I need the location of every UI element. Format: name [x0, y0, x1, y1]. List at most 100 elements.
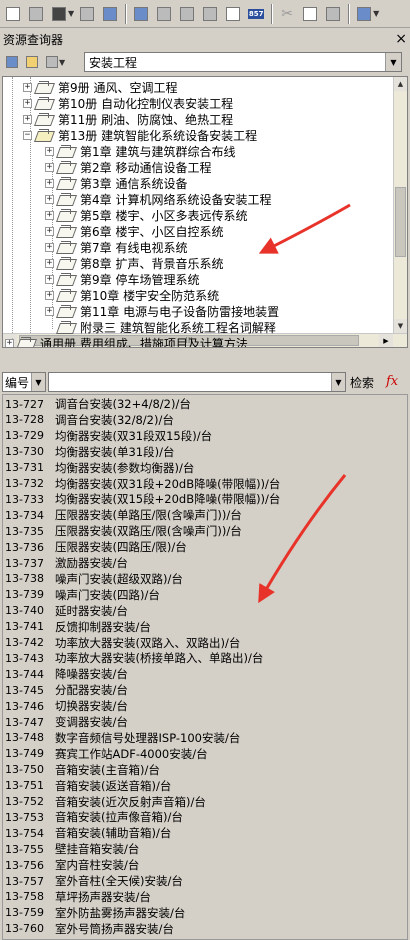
save-icon[interactable]	[48, 3, 70, 25]
grid-icon[interactable]	[199, 3, 221, 25]
list-item[interactable]: 13-757 室外音柱(全天候)安装/台	[3, 873, 407, 889]
list-item[interactable]: 13-760 室外号筒扬声器安装/台	[3, 921, 407, 937]
list-item[interactable]: 13-736 压限器安装(四路压/限)/台	[3, 539, 407, 555]
tree-node[interactable]: 附录三 建筑智能化系统工程名词解释	[45, 319, 276, 335]
copy-icon[interactable]	[299, 3, 321, 25]
quota-list[interactable]: 13-727 调音台安装(32+4/8/2)/台 13-728 调音台安装(32/8/…	[2, 394, 408, 940]
chevron-down-icon[interactable]: ▼	[385, 53, 401, 71]
insert-icon[interactable]	[99, 3, 121, 25]
list-item[interactable]: 13-740 延时器安装/台	[3, 603, 407, 619]
scroll-thumb[interactable]	[395, 187, 406, 257]
tree-node[interactable]: + 第11册 刷油、防腐蚀、绝热工程	[23, 111, 233, 127]
list-item[interactable]: 13-751 音箱安装(返送音箱)/台	[3, 778, 407, 794]
list-item[interactable]: 13-733 均衡器安装(双15段+20dB降噪(带限幅))/台	[3, 491, 407, 507]
tree-node[interactable]: + 第10册 自动化控制仪表安装工程	[23, 95, 233, 111]
search-field-select[interactable]: 编号 ▼	[2, 372, 46, 392]
list-item[interactable]: 13-748 数字音频信号处理器ISP-100安装/台	[3, 730, 407, 746]
list-item[interactable]: 13-754 音箱安装(辅助音箱)/台	[3, 825, 407, 841]
list-item[interactable]: 13-759 室外防盐雾扬声器安装/台	[3, 905, 407, 921]
tree-node[interactable]: + 第11章 电源与电子设备防雷接地装置	[45, 303, 279, 319]
tree-node[interactable]: + 第10章 楼宇安全防范系统	[45, 287, 219, 303]
expand-icon[interactable]: +	[45, 226, 54, 236]
list-item[interactable]: 13-731 均衡器安装(参数均衡器)/台	[3, 460, 407, 476]
list-item[interactable]: 13-737 激励器安装/台	[3, 555, 407, 571]
list-item[interactable]: 13-738 噪声门安装(超级双路)/台	[3, 571, 407, 587]
list-item[interactable]: 13-741 反馈抑制器安装/台	[3, 619, 407, 635]
expand-icon[interactable]: +	[5, 338, 14, 347]
fx-icon[interactable]: fx	[386, 372, 398, 392]
tree-node[interactable]: + 第6章 楼宇、小区自控系统	[45, 223, 223, 239]
list-item[interactable]: 13-745 分配器安装/台	[3, 682, 407, 698]
folder-icon[interactable]	[22, 52, 42, 72]
list-item[interactable]: 13-750 音箱安装(主音箱)/台	[3, 762, 407, 778]
expand-icon[interactable]: +	[45, 306, 54, 316]
new-file-icon[interactable]	[2, 3, 24, 25]
tree-node[interactable]: + 第2章 移动通信设备工程	[45, 159, 211, 175]
list-item[interactable]: 13-735 压限器安装(双路压/限(含噪声门))/台	[3, 523, 407, 539]
collapse-icon[interactable]: −	[23, 130, 32, 140]
paste-icon[interactable]	[322, 3, 344, 25]
expand-icon[interactable]: +	[45, 146, 54, 156]
program-icon[interactable]	[353, 3, 375, 25]
list-item[interactable]: 13-752 音箱安装(近次反射声音箱)/台	[3, 794, 407, 810]
expand-icon[interactable]: +	[45, 242, 54, 252]
list-item[interactable]: 13-758 草坪扬声器安装/台	[3, 889, 407, 905]
list-item[interactable]: 13-742 功率放大器安装(双路入、双路出)/台	[3, 635, 407, 651]
list-item[interactable]: 13-747 变调器安装/台	[3, 714, 407, 730]
list-item[interactable]: 13-756 室内音柱安装/台	[3, 857, 407, 873]
search-button[interactable]: 检索	[350, 373, 374, 391]
tree-node[interactable]: + 第9册 通风、空调工程	[23, 79, 177, 95]
expand-icon[interactable]: +	[45, 194, 54, 204]
grid-icon[interactable]	[176, 3, 198, 25]
expand-icon[interactable]: +	[45, 258, 54, 268]
tree-node[interactable]: + 第7章 有线电视系统	[45, 239, 187, 255]
list-item[interactable]: 13-746 切换器安装/台	[3, 698, 407, 714]
cut-icon[interactable]: ✂	[276, 3, 298, 25]
filter-dropdown-icon[interactable]: ▼	[59, 58, 65, 67]
calc-icon[interactable]: 857	[245, 3, 267, 25]
tree-node[interactable]: + 第4章 计算机网络系统设备安装工程	[45, 191, 271, 207]
tree-node[interactable]: + 第1章 建筑与建筑群综合布线	[45, 143, 235, 159]
scroll-up-icon[interactable]: ▲	[394, 77, 407, 91]
expand-icon[interactable]: +	[45, 290, 54, 300]
tree-vertical-scrollbar[interactable]: ▲ ▼	[393, 77, 407, 333]
list-item[interactable]: 13-734 压限器安装(单路压/限(含噪声门))/台	[3, 507, 407, 523]
search-input[interactable]: ▼	[48, 372, 346, 392]
expand-icon[interactable]: +	[45, 210, 54, 220]
list-item[interactable]: 13-753 音箱安装(拉声像音箱)/台	[3, 809, 407, 825]
list-item[interactable]: 13-744 降噪器安装/台	[3, 666, 407, 682]
list-item[interactable]: 13-749 赛宾工作站ADF-4000安装/台	[3, 746, 407, 762]
scroll-right-icon[interactable]: ▶	[379, 334, 393, 347]
scroll-down-icon[interactable]: ▼	[394, 319, 407, 333]
list-item[interactable]: 13-728 调音台安装(32/8/2)/台	[3, 412, 407, 428]
library-icon[interactable]	[2, 52, 22, 72]
tree-node[interactable]: + 第8章 扩声、背景音乐系统	[45, 255, 223, 271]
grid-icon[interactable]	[130, 3, 152, 25]
chevron-down-icon[interactable]: ▼	[331, 373, 345, 391]
list-item[interactable]: 13-730 均衡器安装(单31段)/台	[3, 444, 407, 460]
expand-icon[interactable]: +	[23, 98, 32, 108]
list-item[interactable]: 13-732 均衡器安装(双31段+20dB降噪(带限幅))/台	[3, 476, 407, 492]
tree-node[interactable]: + 第3章 通信系统设备	[45, 175, 187, 191]
list-item[interactable]: 13-727 调音台安装(32+4/8/2)/台	[3, 396, 407, 412]
tree-node[interactable]: + 通用册 费用组成、措施项目及计算方法	[5, 335, 248, 347]
list-item[interactable]: 13-743 功率放大器安装(桥接单路入、单路出)/台	[3, 650, 407, 666]
expand-icon[interactable]: +	[45, 162, 54, 172]
expand-icon[interactable]: +	[45, 178, 54, 188]
tree-node[interactable]: + 第5章 楼宇、小区多表远传系统	[45, 207, 247, 223]
expand-icon[interactable]: +	[45, 274, 54, 284]
close-icon[interactable]: ×	[395, 30, 407, 48]
expand-icon[interactable]: +	[23, 82, 32, 92]
library-combo[interactable]: 安装工程 ▼	[84, 52, 402, 72]
check-icon[interactable]	[222, 3, 244, 25]
expand-icon[interactable]: +	[23, 114, 32, 124]
tree-node[interactable]: + 第9章 停车场管理系统	[45, 271, 199, 287]
tree-node[interactable]: − 第13册 建筑智能化系统设备安装工程	[23, 127, 257, 143]
list-item[interactable]: 13-739 噪声门安装(四路)/台	[3, 587, 407, 603]
print-icon[interactable]	[76, 3, 98, 25]
open-folder-icon[interactable]	[25, 3, 47, 25]
resource-tree[interactable]: ▲ ▼ ◀ III ▶ +第9册 通风、空调工程+第10册 自动化控制仪表安装工…	[2, 76, 408, 348]
list-item[interactable]: 13-729 均衡器安装(双31段双15段)/台	[3, 428, 407, 444]
list-item[interactable]: 13-755 壁挂音箱安装/台	[3, 841, 407, 857]
grid-icon[interactable]	[153, 3, 175, 25]
